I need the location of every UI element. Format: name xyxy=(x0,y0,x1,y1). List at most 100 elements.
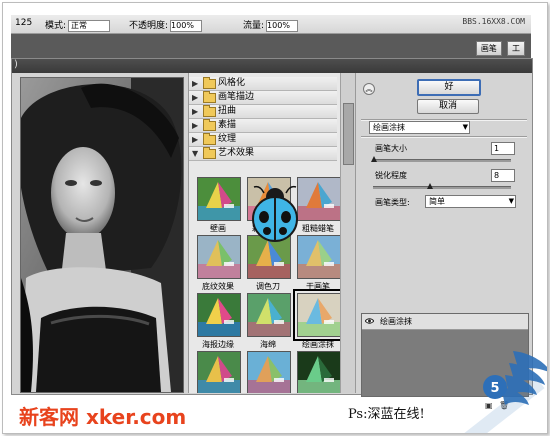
site-watermark-text: 新客网 xker.com xyxy=(19,405,187,429)
filter-preview-image xyxy=(248,352,290,393)
filter-preview-image xyxy=(198,178,240,220)
divider xyxy=(361,136,527,138)
eye-icon[interactable] xyxy=(365,317,374,325)
winged-logo-icon: 5 xyxy=(457,351,547,433)
svg-text:5: 5 xyxy=(490,381,499,396)
folder-icon xyxy=(203,119,216,131)
brush-type-value: 简单 xyxy=(429,197,445,206)
flow-control[interactable]: 流量: 100% xyxy=(243,18,299,32)
category-artistic[interactable]: ▼ 艺术效果 xyxy=(189,147,337,161)
opacity-label: 不透明度: xyxy=(129,21,169,31)
mode-label: 模式: xyxy=(45,21,67,31)
portrait-preview-image xyxy=(21,78,183,392)
site-url-watermark: BBS.16XX8.COM xyxy=(462,17,525,26)
category-brush-strokes[interactable]: ▶ 画笔描边 xyxy=(189,91,337,105)
filter-preview-image xyxy=(248,294,290,336)
filter-thumbnail[interactable] xyxy=(297,177,341,221)
sharpness-field[interactable]: 8 xyxy=(491,169,515,182)
site-watermark: 新客网 xker.com xyxy=(19,401,186,430)
category-stylize[interactable]: ▶ 风格化 xyxy=(189,77,337,91)
expand-arrow-icon[interactable]: ▶ xyxy=(192,77,198,90)
image-preview[interactable] xyxy=(20,77,184,393)
dialog-title-fragment-icon: ) xyxy=(14,59,18,70)
brush-type-select[interactable]: 简单 ▼ xyxy=(425,195,516,208)
sharpness-slider[interactable] xyxy=(373,183,511,189)
filter-thumbnail[interactable] xyxy=(197,351,241,393)
category-label: 扭曲 xyxy=(218,106,237,116)
author-signature: Ps:深蓝在线! xyxy=(348,407,425,422)
cancel-button[interactable]: 取消 xyxy=(417,99,479,114)
category-label: 画笔描边 xyxy=(218,92,255,102)
category-scrollbar[interactable] xyxy=(340,73,355,393)
folder-icon xyxy=(203,105,216,117)
collapse-arrow-icon[interactable]: ▼ xyxy=(192,147,198,160)
effect-layer-name: 绘画涂抹 xyxy=(380,317,412,326)
opacity-control[interactable]: 不透明度: 100% xyxy=(129,18,203,32)
mode-control[interactable]: 模式: 正常 xyxy=(45,18,111,32)
folder-open-icon xyxy=(203,147,216,159)
flow-label: 流量: xyxy=(243,21,265,31)
filter-label: 海报边缘 xyxy=(202,340,234,349)
category-sketch[interactable]: ▶ 素描 xyxy=(189,119,337,133)
filter-label: 绘画涂抹 xyxy=(302,340,334,349)
brush-size-readout: 125 xyxy=(15,18,33,28)
filter-preview-image xyxy=(198,236,240,278)
filter-thumbnail[interactable] xyxy=(297,351,341,393)
ladybug-watermark-icon xyxy=(252,185,298,242)
tab-tools[interactable]: 工 xyxy=(507,41,525,56)
filter-preview-image xyxy=(298,236,340,278)
filter-preview-image xyxy=(298,178,340,220)
expand-arrow-icon[interactable]: ▶ xyxy=(192,119,198,132)
filter-preview-image xyxy=(298,294,340,336)
tab-brushes[interactable]: 画笔 xyxy=(475,41,502,56)
chevron-double-up-icon[interactable]: ︽ xyxy=(363,83,375,95)
category-distort[interactable]: ▶ 扭曲 xyxy=(189,105,337,119)
filter-select[interactable]: 绘画涂抹 ▼ xyxy=(369,121,470,134)
screenshot-frame: 125 模式: 正常 不透明度: 100% 流量: 100% BBS.16XX8.CO… xyxy=(2,2,548,434)
workspace-strip: 画笔 工 xyxy=(11,34,531,60)
category-label: 艺术效果 xyxy=(218,148,255,158)
filter-label: 海绵 xyxy=(260,340,276,349)
filter-preview-image xyxy=(198,352,240,393)
filter-thumbnail[interactable] xyxy=(297,235,341,279)
category-label: 素描 xyxy=(218,120,237,130)
scrollbar-thumb[interactable] xyxy=(343,103,354,165)
filter-thumbnail[interactable] xyxy=(247,293,291,337)
filter-thumbnail[interactable] xyxy=(197,177,241,221)
flow-field[interactable]: 100% xyxy=(266,19,299,32)
filter-thumbnail[interactable] xyxy=(197,235,241,279)
expand-arrow-icon[interactable]: ▶ xyxy=(192,105,198,118)
filter-preview-image xyxy=(298,352,340,393)
opacity-field[interactable]: 100% xyxy=(170,19,203,32)
filter-label: 壁画 xyxy=(210,224,226,233)
filter-label: 调色刀 xyxy=(256,282,280,291)
filter-label: 干画笔 xyxy=(306,282,330,291)
dropdown-arrow-icon: ▼ xyxy=(508,197,514,205)
slider-knob[interactable] xyxy=(427,183,433,189)
options-bar: 125 模式: 正常 不透明度: 100% 流量: 100% BBS.16XX8.CO… xyxy=(11,15,531,34)
palette-tabs: 画笔 工 xyxy=(474,41,525,56)
brush-size-field[interactable]: 1 xyxy=(491,142,515,155)
filter-thumbnail[interactable] xyxy=(197,293,241,337)
category-label: 纹理 xyxy=(218,134,237,144)
sharpness-label: 锐化程度 xyxy=(375,171,407,180)
filter-thumbnail[interactable] xyxy=(247,351,291,393)
brush-size-label: 画笔大小 xyxy=(375,144,407,153)
filter-label: 底纹效果 xyxy=(202,282,234,291)
category-label: 风格化 xyxy=(218,78,246,88)
filter-thumbnail[interactable] xyxy=(293,289,345,341)
ok-button[interactable]: 好 xyxy=(417,79,481,96)
effect-layer-row[interactable]: 绘画涂抹 xyxy=(362,314,528,330)
category-texture[interactable]: ▶ 纹理 xyxy=(189,133,337,147)
expand-arrow-icon[interactable]: ▶ xyxy=(192,91,198,104)
brush-type-label: 画笔类型: xyxy=(375,198,410,207)
filter-preview-image xyxy=(198,294,240,336)
dropdown-arrow-icon: ▼ xyxy=(462,123,468,131)
dialog-title-bar[interactable]: ) xyxy=(12,59,532,73)
brush-size-slider[interactable] xyxy=(371,156,511,162)
mode-select[interactable]: 正常 xyxy=(68,19,111,32)
slider-knob[interactable] xyxy=(371,156,377,162)
folder-icon xyxy=(203,77,216,89)
folder-icon xyxy=(203,91,216,103)
expand-arrow-icon[interactable]: ▶ xyxy=(192,133,198,146)
